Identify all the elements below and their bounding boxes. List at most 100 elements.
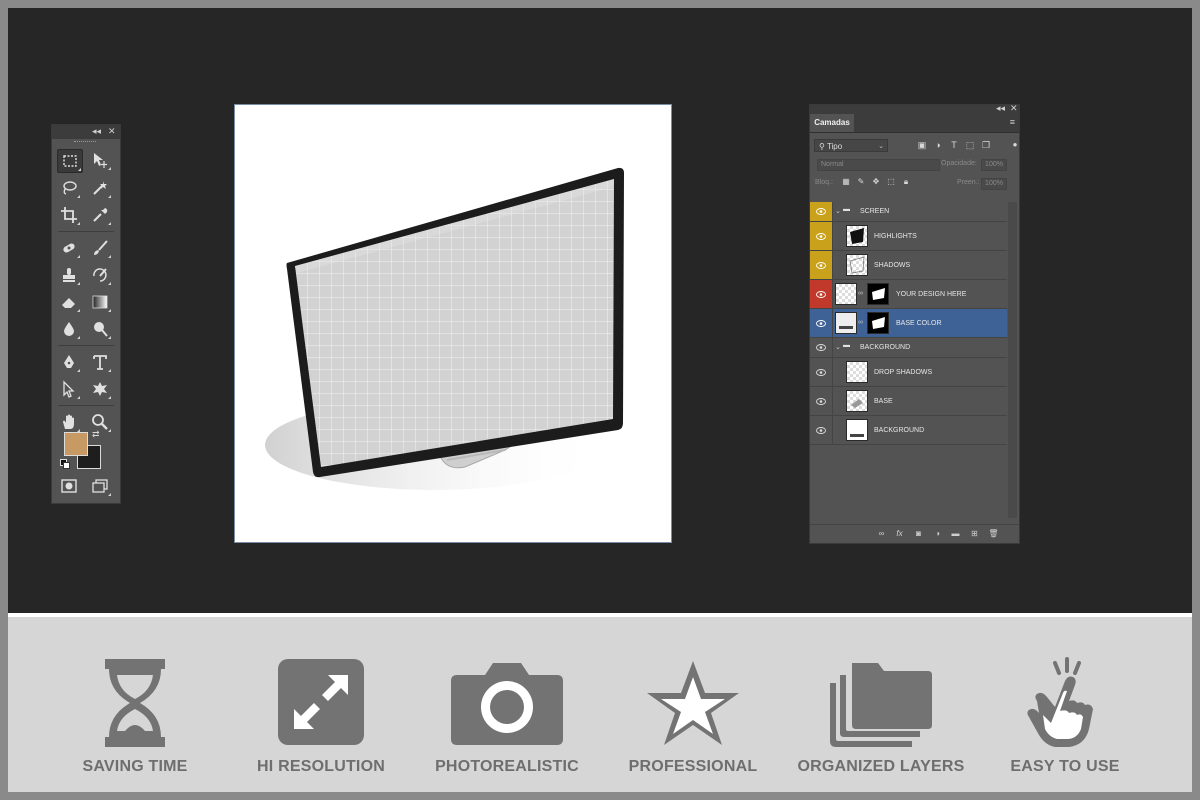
layer-name: BASE <box>874 398 893 405</box>
trash-icon[interactable]: 🗑︎ <box>988 528 999 539</box>
layer-base[interactable]: BASE <box>810 387 1007 416</box>
chevron-down-icon[interactable]: ⌄ <box>835 343 841 351</box>
filter-kind-select[interactable]: ⚲ Tipo ⌄ <box>814 139 888 152</box>
type-tool[interactable] <box>88 351 112 373</box>
layer-group-screen[interactable]: ⌄ ▬ SCREEN <box>810 202 1007 222</box>
smart-object-thumbnail <box>835 283 857 305</box>
lock-transparency-icon[interactable]: ▦ <box>840 176 852 188</box>
hand-tool[interactable] <box>57 411 81 433</box>
visibility-toggle[interactable] <box>810 280 833 308</box>
layer-base-color[interactable]: ∞ BASE COLOR <box>810 309 1007 338</box>
link-icon[interactable]: ∞ <box>858 319 863 326</box>
swap-colors-icon[interactable]: ⇄ <box>92 429 100 440</box>
path-selection-tool[interactable] <box>57 378 81 400</box>
lock-position-icon[interactable]: ✥ <box>870 176 882 188</box>
move-tool[interactable] <box>88 149 112 171</box>
visibility-toggle[interactable] <box>810 338 833 357</box>
filter-toggle-icon[interactable]: ● <box>1009 139 1021 151</box>
new-layer-icon[interactable]: ⊞ <box>969 528 980 539</box>
layer-background[interactable]: BACKGROUND <box>810 416 1007 445</box>
layer-name: SHADOWS <box>874 262 911 269</box>
filter-pixel-icon[interactable]: ▣ <box>916 139 928 151</box>
lock-all-icon[interactable]: 🔒︎ <box>900 176 912 188</box>
brush-tool[interactable] <box>88 237 112 259</box>
feature-label: EASY TO USE <box>1010 758 1120 775</box>
eye-icon <box>816 426 826 434</box>
stamp-icon <box>63 268 75 282</box>
magic-wand-tool[interactable] <box>88 177 112 199</box>
panel-grip[interactable] <box>52 139 120 145</box>
collapse-icon[interactable]: ◂◂ <box>92 126 101 137</box>
link-icon[interactable]: ∞ <box>858 290 863 297</box>
layer-group-background[interactable]: ⌄ ▬ BACKGROUND <box>810 338 1007 358</box>
eye-icon <box>816 344 826 351</box>
adjustment-layer-icon[interactable]: ◑ <box>932 528 943 539</box>
chevron-down-icon[interactable]: ⌄ <box>835 207 841 215</box>
filter-type-icon[interactable]: T <box>948 139 960 151</box>
eyedropper-icon <box>93 208 108 222</box>
layer-mask-thumbnail <box>867 283 889 305</box>
eyedropper-tool[interactable] <box>88 204 112 226</box>
move-icon <box>94 153 107 168</box>
chevron-down-icon: ⌄ <box>878 143 884 150</box>
document-canvas[interactable] <box>234 104 672 543</box>
clone-stamp-tool[interactable] <box>57 264 81 286</box>
layer-drop-shadows[interactable]: DROP SHADOWS <box>810 358 1007 387</box>
close-icon[interactable]: ✕ <box>1010 103 1018 114</box>
quick-mask-button[interactable] <box>57 475 81 497</box>
visibility-toggle[interactable] <box>810 387 833 415</box>
collapse-icon[interactable]: ◂◂ <box>996 103 1005 114</box>
blend-mode-select[interactable]: Normal <box>817 159 940 171</box>
foreground-color-swatch[interactable] <box>64 432 88 456</box>
rectangular-marquee-tool[interactable] <box>57 149 83 173</box>
visibility-toggle[interactable] <box>810 222 833 250</box>
filter-shape-icon[interactable]: ⬚ <box>964 139 976 151</box>
filter-smart-object-icon[interactable]: ❐ <box>980 139 992 151</box>
default-colors-icon[interactable] <box>60 459 70 469</box>
eraser-tool[interactable] <box>57 291 81 313</box>
folder-icon: ▬ <box>843 206 850 213</box>
add-mask-icon[interactable]: ◙ <box>913 528 924 539</box>
spot-healing-tool[interactable] <box>57 237 81 259</box>
opacity-label: Opacidade: <box>941 160 977 167</box>
opacity-field[interactable]: 100% <box>981 159 1007 171</box>
lock-artboard-icon[interactable]: ⬚ <box>885 176 897 188</box>
close-icon[interactable]: ✕ <box>108 126 116 137</box>
lock-pixels-icon[interactable]: ✎ <box>855 176 867 188</box>
layer-shadows[interactable]: SHADOWS <box>810 251 1007 280</box>
tab-layers[interactable]: Camadas <box>810 114 854 132</box>
filter-adjustment-icon[interactable]: ◑ <box>932 139 944 151</box>
link-layers-icon[interactable]: ∞ <box>876 528 887 539</box>
visibility-toggle[interactable] <box>810 358 833 386</box>
visibility-toggle[interactable] <box>810 309 833 337</box>
filter-kind-label: Tipo <box>826 142 843 151</box>
eye-icon <box>816 368 826 376</box>
fill-label: Preen.: <box>957 179 980 186</box>
dodge-tool[interactable] <box>88 318 112 340</box>
visibility-toggle[interactable] <box>810 416 833 444</box>
eye-icon <box>816 232 826 240</box>
layers-scrollbar[interactable] <box>1008 202 1017 518</box>
feature-easy-to-use: EASY TO USE <box>980 657 1150 775</box>
layer-thumbnail <box>846 254 868 276</box>
screen-mode-button[interactable] <box>88 475 112 497</box>
gradient-tool[interactable] <box>88 291 112 313</box>
history-brush-tool[interactable] <box>88 264 112 286</box>
pen-tool[interactable] <box>57 351 81 373</box>
panel-menu-icon[interactable]: ≡ <box>1010 117 1015 127</box>
fx-icon[interactable]: fx <box>894 528 905 539</box>
visibility-toggle[interactable] <box>810 251 833 279</box>
crop-tool[interactable] <box>57 204 81 226</box>
visibility-toggle[interactable] <box>810 202 833 221</box>
custom-shape-tool[interactable] <box>88 378 112 400</box>
lasso-tool[interactable] <box>57 177 81 199</box>
layer-highlights[interactable]: HIGHLIGHTS <box>810 222 1007 251</box>
new-group-icon[interactable]: ▬ <box>950 528 961 539</box>
fill-field[interactable]: 100% <box>981 178 1007 190</box>
blur-tool[interactable] <box>57 318 81 340</box>
layer-your-design-here[interactable]: ∞ YOUR DESIGN HERE <box>810 280 1007 309</box>
feature-label: HI RESOLUTION <box>257 758 385 775</box>
screen-mode-icon <box>92 479 108 493</box>
search-icon: ⚲ <box>819 142 827 151</box>
layers-panel-titlebar: ◂◂ ✕ <box>810 103 1019 114</box>
